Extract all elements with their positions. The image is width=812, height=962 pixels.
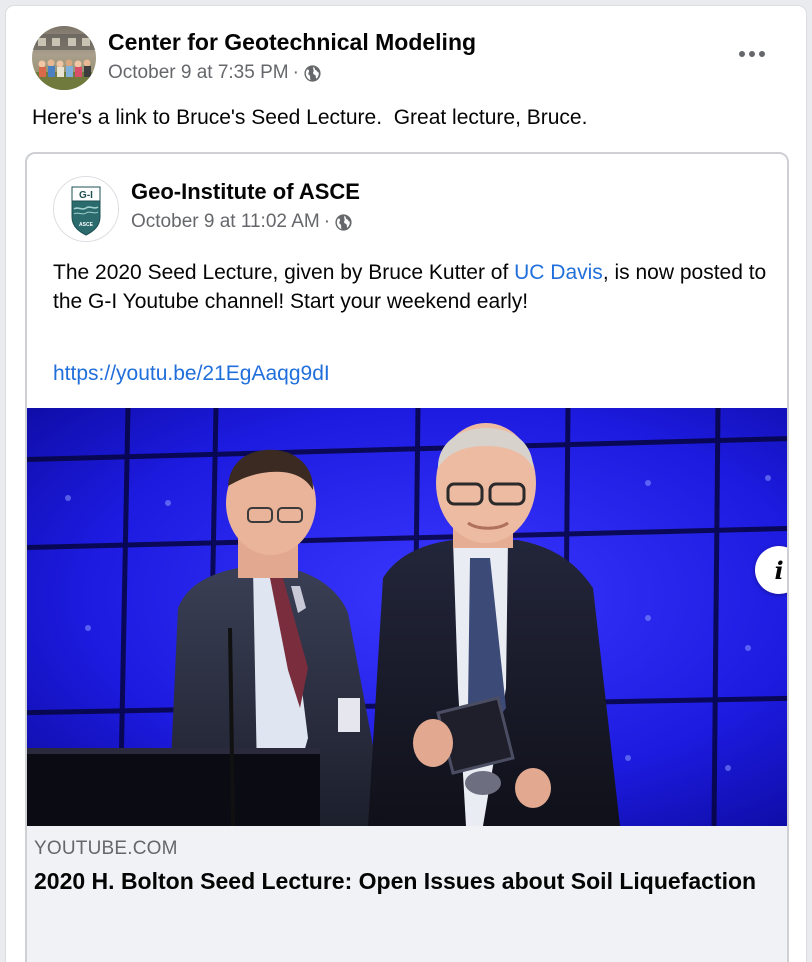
info-icon: i xyxy=(774,555,784,585)
lecture-stage-image xyxy=(27,408,787,826)
globe-icon[interactable] xyxy=(334,213,353,232)
shared-post-meta: October 9 at 11:02 AM · xyxy=(131,210,353,234)
link-title[interactable]: 2020 H. Bolton Seed Lecture: Open Issues… xyxy=(34,866,774,896)
post-timestamp[interactable]: October 9 at 7:35 PM xyxy=(108,62,289,84)
shared-post-timestamp[interactable]: October 9 at 11:02 AM xyxy=(131,211,320,233)
meta-separator: · xyxy=(292,62,299,83)
post-meta: October 9 at 7:35 PM · xyxy=(108,61,322,85)
youtube-url-link[interactable]: https://youtu.be/21EgAaqg9dI xyxy=(53,360,330,388)
video-thumbnail[interactable] xyxy=(27,408,787,826)
link-preview[interactable]: YOUTUBE.COM 2020 H. Bolton Seed Lecture:… xyxy=(27,826,787,962)
more-horizontal-icon xyxy=(739,51,765,57)
shared-post-author-name[interactable]: Geo-Institute of ASCE xyxy=(131,178,360,206)
globe-icon[interactable] xyxy=(303,64,322,83)
meta-separator: · xyxy=(323,211,331,232)
uc-davis-mention-link[interactable]: UC Davis xyxy=(514,261,603,284)
shared-post-text: The 2020 Seed Lecture, given by Bruce Ku… xyxy=(53,258,773,316)
gi-logo-sublabel: ASCE xyxy=(79,222,94,228)
feed-post: Center for Geotechnical Modeling October… xyxy=(6,6,806,962)
page-avatar[interactable] xyxy=(32,26,96,90)
shared-page-avatar[interactable]: G-I ASCE xyxy=(53,176,119,242)
post-text: Here's a link to Bruce's Seed Lecture. G… xyxy=(32,106,588,129)
post-author-name[interactable]: Center for Geotechnical Modeling xyxy=(108,28,476,56)
shared-text-part1: The 2020 Seed Lecture, given by Bruce Ku… xyxy=(53,261,515,284)
more-options-button[interactable] xyxy=(728,34,776,74)
link-domain: YOUTUBE.COM xyxy=(34,838,178,859)
gi-logo-label: G-I xyxy=(79,190,93,201)
shared-post-card[interactable]: G-I ASCE Geo-Institute of ASCE October 9… xyxy=(25,152,789,962)
